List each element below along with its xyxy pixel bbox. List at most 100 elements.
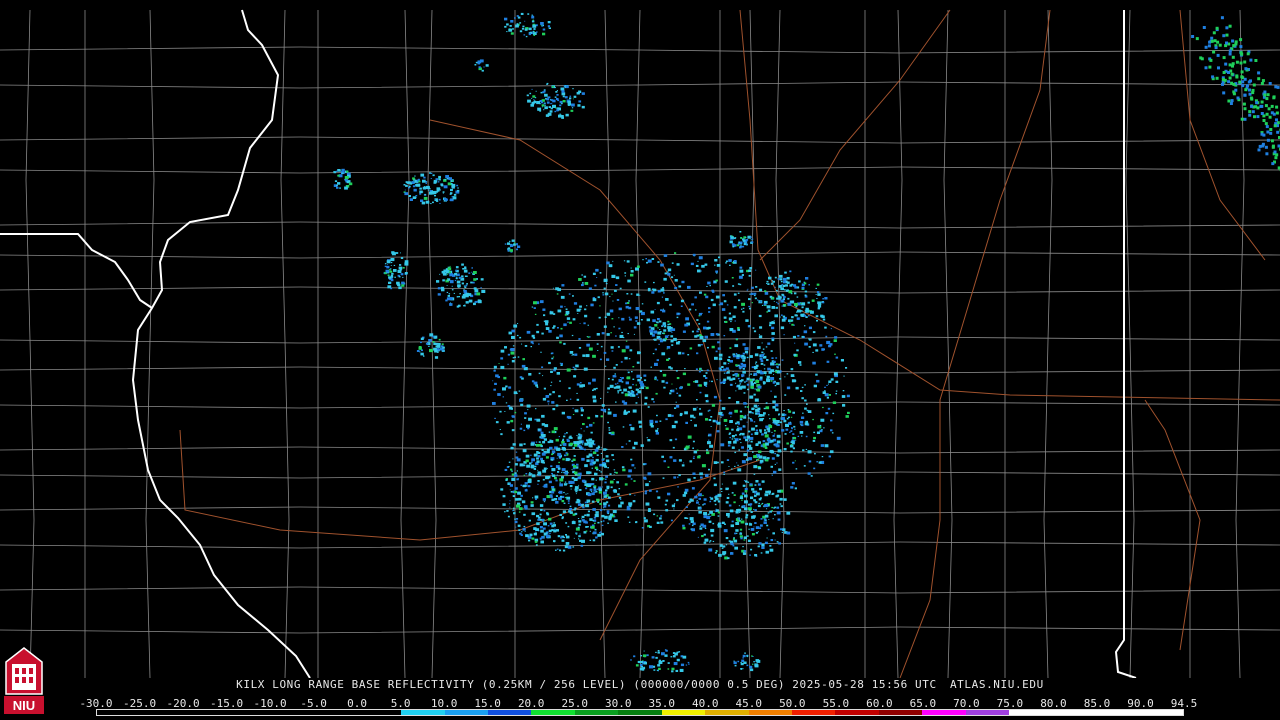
echo-pixel xyxy=(1274,85,1278,89)
echo-pixel xyxy=(607,391,609,393)
echo-pixel xyxy=(665,336,668,338)
echo-pixel xyxy=(546,82,549,85)
echo-pixel xyxy=(822,391,826,394)
echo-pixel xyxy=(653,513,656,516)
echo-pixel xyxy=(666,348,668,350)
echo-pixel xyxy=(657,651,660,654)
echo-pixel xyxy=(790,486,794,489)
echo-pixel xyxy=(577,476,581,480)
echo-pixel xyxy=(763,364,766,366)
echo-pixel xyxy=(731,435,735,438)
echo-pixel xyxy=(780,528,783,531)
echo-pixel xyxy=(581,457,585,461)
echo-pixel xyxy=(692,440,695,443)
echo-pixel xyxy=(516,392,518,394)
echo-pixel xyxy=(709,444,713,448)
echo-pixel xyxy=(554,477,557,480)
echo-pixel xyxy=(561,500,565,503)
colorbar-segment xyxy=(748,710,792,715)
echo-pixel xyxy=(751,366,754,369)
echo-pixel xyxy=(502,387,506,391)
echo-pixel xyxy=(624,272,627,274)
echo-pixel xyxy=(566,368,571,372)
echo-pixel xyxy=(1246,84,1249,88)
echo-pixel xyxy=(708,468,710,471)
echo-pixel xyxy=(640,311,645,316)
echo-pixel xyxy=(800,390,803,392)
echo-pixel xyxy=(717,500,721,503)
echo-pixel xyxy=(528,27,532,31)
echo-pixel xyxy=(528,417,532,421)
echo-pixel xyxy=(703,375,706,378)
echo-pixel xyxy=(525,488,527,490)
echo-pixel xyxy=(764,503,769,508)
echo-pixel xyxy=(671,425,676,429)
echo-pixel xyxy=(759,429,762,432)
echo-pixel xyxy=(507,363,509,365)
echo-pixel xyxy=(743,402,747,405)
echo-pixel xyxy=(577,313,579,314)
echo-pixel xyxy=(770,362,775,366)
colorbar-segment xyxy=(922,710,966,715)
echo-pixel xyxy=(756,460,757,461)
echo-pixel xyxy=(755,443,759,446)
echo-pixel xyxy=(628,440,631,442)
echo-pixel xyxy=(654,309,656,310)
echo-pixel xyxy=(751,302,753,304)
echo-pixel xyxy=(549,532,551,534)
echo-pixel xyxy=(688,513,690,515)
echo-pixel xyxy=(551,430,555,434)
echo-pixel xyxy=(593,488,597,491)
echo-pixel xyxy=(730,542,734,546)
echo-pixel xyxy=(556,372,560,375)
echo-pixel xyxy=(658,343,660,345)
echo-pixel xyxy=(807,410,812,413)
echo-pixel xyxy=(735,510,739,514)
echo-pixel xyxy=(555,91,558,93)
echo-pixel xyxy=(542,308,546,311)
echo-pixel xyxy=(592,399,597,403)
echo-pixel xyxy=(646,437,648,439)
echo-pixel xyxy=(548,431,551,433)
echo-pixel xyxy=(481,69,484,72)
echo-pixel xyxy=(749,503,753,506)
echo-pixel xyxy=(704,383,707,386)
echo-pixel xyxy=(738,299,741,302)
echo-pixel xyxy=(1252,83,1256,87)
echo-pixel xyxy=(535,544,538,546)
echo-pixel xyxy=(404,272,408,275)
echo-pixel xyxy=(1264,104,1268,108)
echo-pixel xyxy=(792,411,795,414)
echo-pixel xyxy=(741,308,743,310)
echo-pixel xyxy=(749,554,751,556)
echo-pixel xyxy=(589,423,593,427)
echo-pixel xyxy=(725,501,729,504)
echo-pixel xyxy=(582,354,586,357)
echo-pixel xyxy=(737,425,739,427)
echo-pixel xyxy=(745,522,748,526)
echo-pixel xyxy=(766,379,770,383)
echo-pixel xyxy=(548,96,551,99)
echo-pixel xyxy=(565,85,569,88)
echo-pixel xyxy=(578,535,581,538)
echo-pixel xyxy=(435,178,439,181)
echo-pixel xyxy=(507,353,510,356)
echo-pixel xyxy=(569,351,574,354)
echo-pixel xyxy=(527,13,530,15)
echo-pixel xyxy=(678,313,681,315)
echo-pixel xyxy=(435,190,439,193)
echo-pixel xyxy=(712,303,716,307)
echo-pixel xyxy=(559,482,561,484)
echo-pixel xyxy=(703,515,708,519)
echo-pixel xyxy=(550,107,553,110)
echo-pixel xyxy=(663,460,666,463)
iowa-missouri-border xyxy=(0,233,153,309)
echo-pixel xyxy=(703,293,707,296)
echo-pixel xyxy=(447,273,449,275)
echo-pixel xyxy=(639,425,642,428)
echo-pixel xyxy=(724,320,728,323)
echo-pixel xyxy=(771,473,773,475)
echo-pixel xyxy=(759,418,763,422)
echo-pixel xyxy=(716,430,720,433)
echo-pixel xyxy=(531,14,533,16)
